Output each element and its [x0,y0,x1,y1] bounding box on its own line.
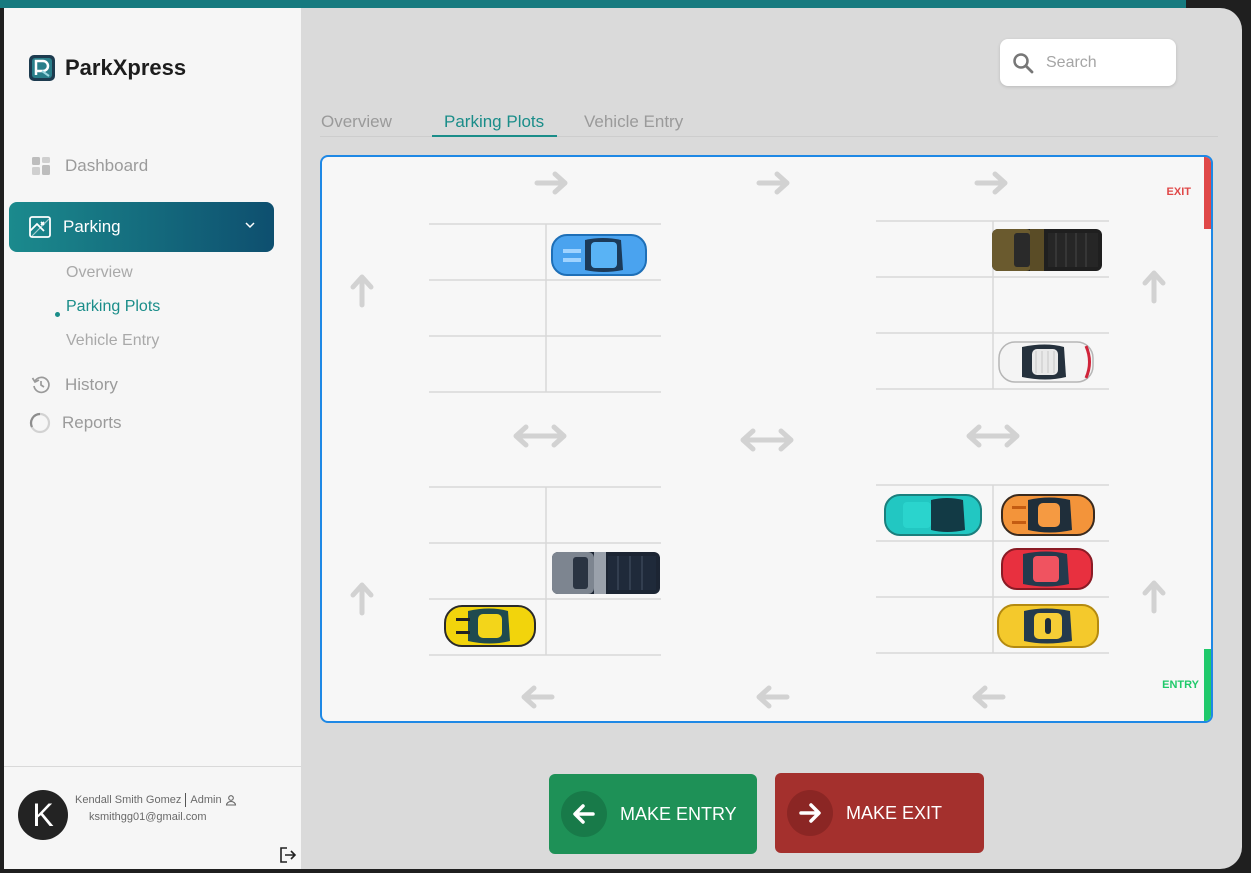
direction-arrow-right-icon [537,174,565,192]
direction-arrow-left-icon [975,688,1003,706]
submenu-item-parking-plots[interactable]: Parking Plots [66,298,160,316]
app-name: ParkXpress [65,55,187,80]
sidebar-divider [4,766,301,767]
entry-indicator-bar [1204,649,1211,721]
search-box[interactable] [1000,39,1176,86]
arrow-right-icon [787,790,833,836]
make-entry-button[interactable]: MAKE ENTRY [549,774,757,854]
user-info: Kendall Smith Gomez Admin [75,793,237,807]
pickup-truck-olive-icon[interactable] [992,229,1102,271]
grid-icon [32,157,50,175]
avatar[interactable]: K [18,790,68,840]
user-email: ksmithgg01@gmail.com [89,811,207,823]
window-top-band [0,0,1186,8]
make-exit-button[interactable]: MAKE EXIT [775,773,984,853]
sidebar-item-history[interactable]: History [31,375,118,395]
car-yellow-icon[interactable] [444,605,536,647]
sidebar-item-label: Parking [63,217,121,236]
logout-icon[interactable] [279,846,297,864]
active-tab-underline [432,135,557,137]
user-name: Kendall Smith Gomez [75,794,182,806]
active-dot [55,312,60,317]
car-yellow-gold-icon[interactable] [997,604,1099,648]
sidebar-item-reports[interactable]: Reports [29,412,122,434]
direction-arrow-up-icon [353,277,371,305]
sidebar-item-dashboard[interactable]: Dashboard [31,156,148,176]
exit-label: EXIT [1166,186,1191,198]
car-blue-icon[interactable] [551,234,647,276]
direction-arrow-left-icon [759,688,787,706]
parking-lot-canvas [322,157,1211,721]
make-exit-label: MAKE EXIT [846,802,943,823]
exit-indicator-bar [1204,157,1211,229]
map-icon [29,216,51,238]
sidebar-item-label: History [65,375,118,394]
app-window: ParkXpress Dashboard Parking Overview Pa… [4,8,1242,869]
sidebar-item-label: Reports [62,413,122,432]
tab-overview[interactable]: Overview [321,112,392,132]
sidebar-item-parking[interactable]: Parking [9,202,274,252]
car-red-icon[interactable] [1001,548,1093,590]
parkxpress-logo-icon [29,55,55,81]
tab-parking-plots[interactable]: Parking Plots [444,112,544,132]
direction-arrow-both-icon [743,431,791,449]
search-icon [1013,52,1034,73]
direction-arrow-right-icon [977,174,1005,192]
tab-vehicle-entry[interactable]: Vehicle Entry [584,112,683,132]
sidebar-item-label: Dashboard [65,156,149,175]
pickup-truck-gray-icon[interactable] [552,552,660,594]
brand[interactable]: ParkXpress [28,54,186,82]
car-orange-icon[interactable] [1001,494,1095,536]
user-icon [225,795,236,806]
direction-arrow-both-icon [516,427,564,445]
user-role: Admin [190,794,222,806]
direction-arrow-both-icon [969,427,1017,445]
chevron-down-icon[interactable] [244,219,256,231]
direction-arrow-right-icon [759,174,787,192]
arrow-left-icon [561,791,607,837]
history-icon [31,376,50,394]
pie-chart-icon [29,412,51,434]
submenu-item-overview[interactable]: Overview [66,264,133,282]
make-entry-label: MAKE ENTRY [620,803,737,824]
entry-label: ENTRY [1162,679,1199,691]
search-input[interactable] [1044,52,1158,73]
direction-arrow-up-icon [1145,273,1163,301]
car-white-icon[interactable] [998,341,1094,383]
parking-lot-map: EXIT ENTRY [320,155,1213,723]
direction-arrow-up-icon [353,585,371,613]
car-teal-icon[interactable] [884,494,982,536]
sidebar: ParkXpress Dashboard Parking Overview Pa… [4,8,301,869]
direction-arrow-left-icon [524,688,552,706]
direction-arrow-up-icon [1145,583,1163,611]
submenu-item-vehicle-entry[interactable]: Vehicle Entry [66,332,159,350]
separator [185,793,187,807]
